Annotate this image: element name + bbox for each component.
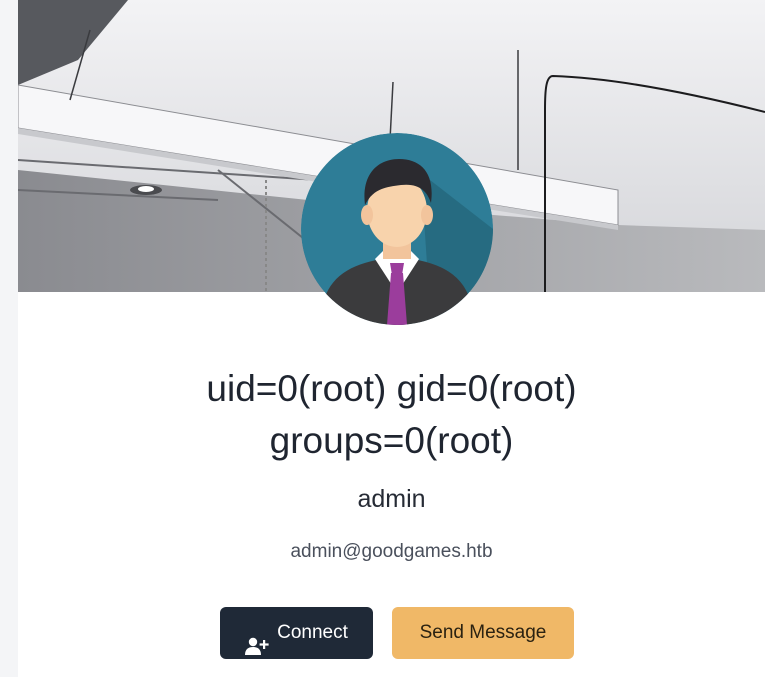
send-message-button[interactable]: Send Message bbox=[392, 607, 574, 659]
avatar bbox=[301, 133, 493, 325]
profile-card: uid=0(root) gid=0(root) groups=0(root) a… bbox=[18, 0, 765, 677]
page-title-line1: uid=0(root) gid=0(root) bbox=[206, 368, 577, 409]
send-message-button-label: Send Message bbox=[419, 622, 547, 643]
connect-button[interactable]: Connect bbox=[220, 607, 373, 659]
page-title-line2: groups=0(root) bbox=[269, 420, 514, 461]
user-plus-icon bbox=[245, 624, 269, 655]
email-address: admin@goodgames.htb bbox=[290, 541, 493, 562]
username: admin bbox=[357, 485, 426, 513]
connect-button-label: Connect bbox=[277, 622, 348, 643]
